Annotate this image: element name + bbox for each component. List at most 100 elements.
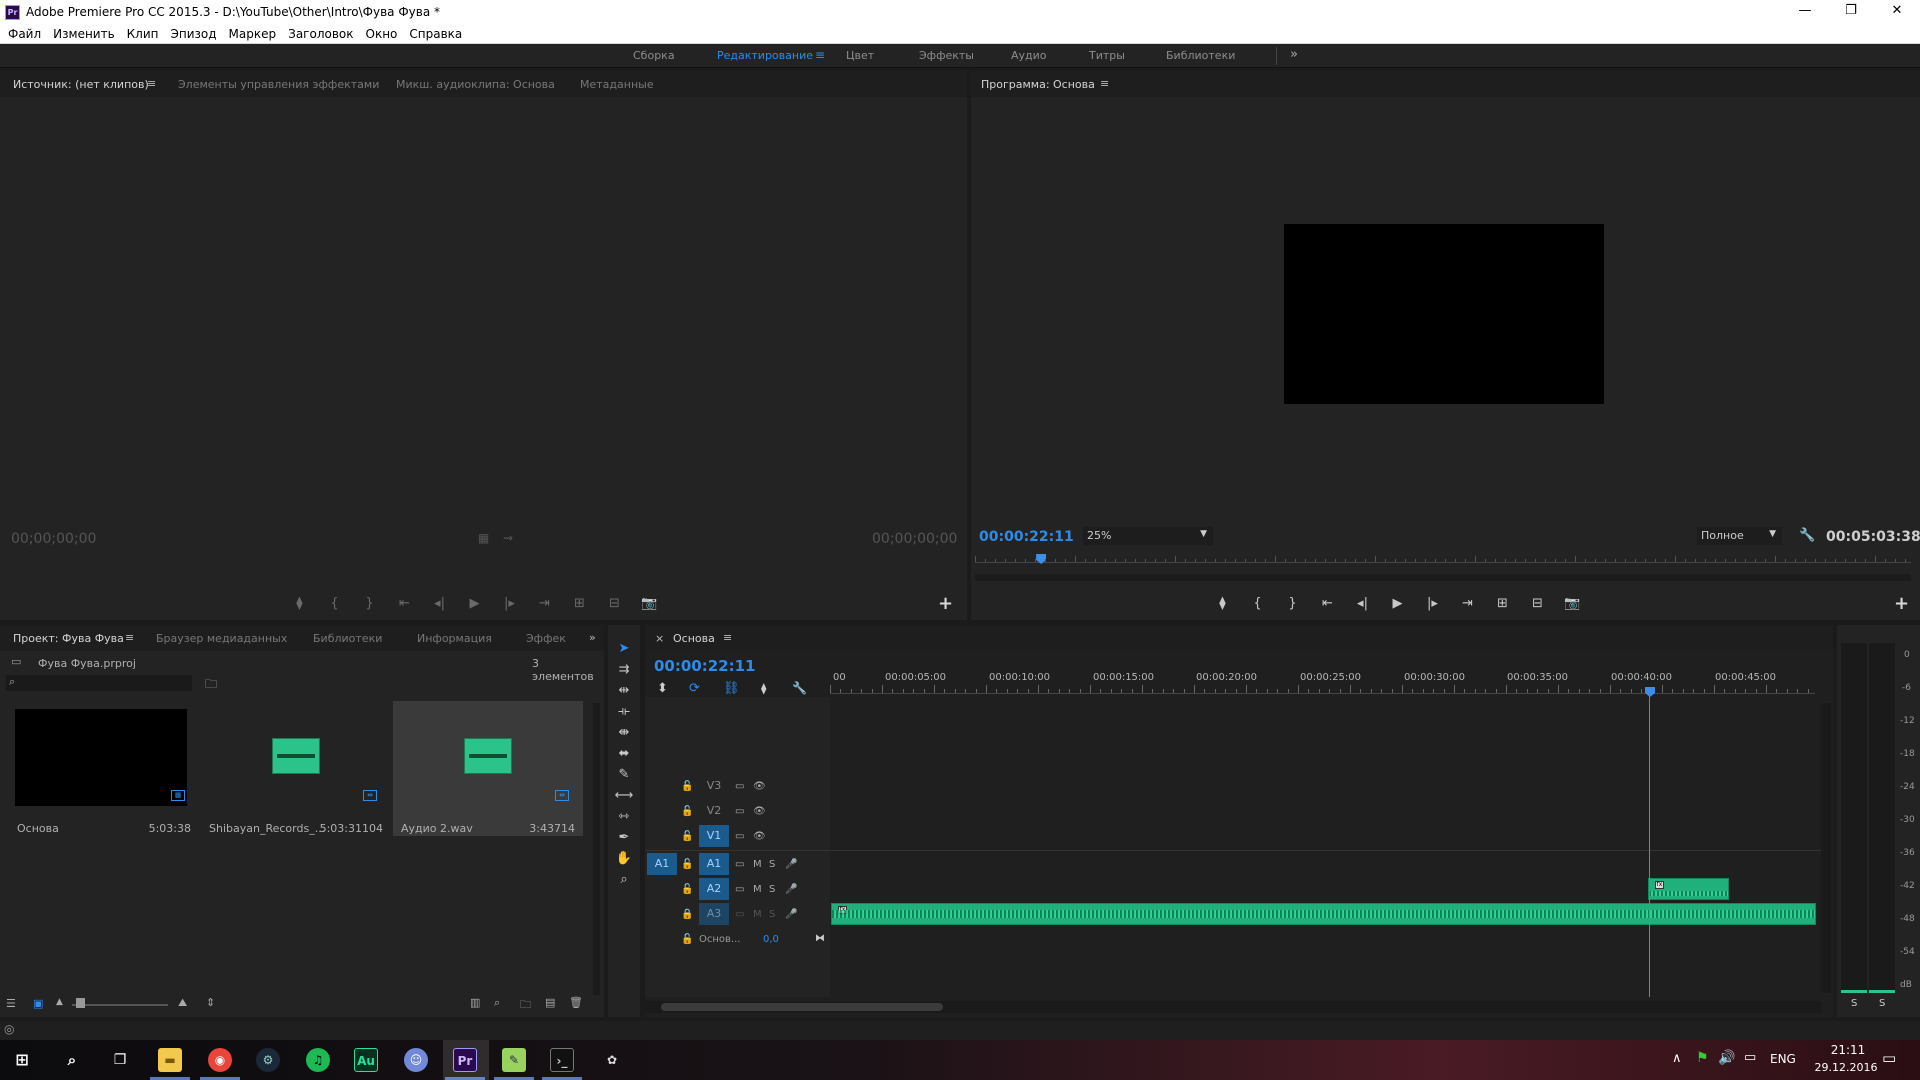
program-panel-menu-icon[interactable]: ≡ (1100, 77, 1109, 90)
program-mark-out-icon[interactable]: } (1275, 596, 1310, 611)
master-lock-icon[interactable]: 🔓 (681, 934, 693, 945)
zoom-tool-icon[interactable]: ⌕ (614, 872, 634, 887)
tray-overflow-icon[interactable]: ∧ (1672, 1051, 1682, 1066)
network-icon[interactable]: ▭ (1744, 1050, 1756, 1065)
spotify-icon[interactable]: ♫ (306, 1048, 330, 1072)
mark-out-icon[interactable]: } (352, 596, 387, 611)
track-a1-label[interactable]: A1 (699, 853, 729, 875)
a1-mute-button[interactable]: M (753, 859, 762, 870)
program-add-marker-icon[interactable]: ⧫ (1205, 596, 1240, 611)
tab-metadata[interactable]: Метаданные (580, 78, 654, 91)
pen-tool-icon[interactable]: ✒ (614, 830, 634, 845)
v3-eye-icon[interactable]: 👁 (753, 781, 766, 792)
menu-title[interactable]: Заголовок (288, 27, 353, 41)
a2-mute-button[interactable]: M (753, 884, 762, 895)
program-play-icon[interactable]: ▶ (1380, 596, 1415, 611)
program-step-back-icon[interactable]: ◂| (1345, 596, 1380, 611)
workspace-overflow-icon[interactable]: » (1290, 47, 1298, 62)
timeline-vertical-scrollbar[interactable] (1821, 703, 1831, 993)
program-video-frame[interactable] (1284, 224, 1604, 404)
project-panel-menu-icon[interactable]: ≡ (125, 631, 134, 644)
terminal-icon[interactable]: ›_ (550, 1048, 574, 1072)
notepadpp-icon[interactable]: ✎ (502, 1048, 526, 1072)
program-zoom-scrollbar[interactable] (975, 574, 1911, 581)
razor-position-tool-icon[interactable]: ⬌ (614, 746, 634, 761)
tab-libraries[interactable]: Библиотеки (313, 632, 382, 645)
a1-sync-lock-icon[interactable]: ▭ (735, 859, 744, 870)
automate-to-sequence-icon[interactable]: ▥ (470, 996, 480, 1009)
thumbnail-size-slider[interactable] (72, 1004, 168, 1006)
v3-lock-icon[interactable]: 🔓 (681, 781, 693, 792)
settings-wrench-icon[interactable]: 🔧 (1799, 528, 1815, 543)
snap-icon[interactable]: ⟳ (689, 681, 700, 696)
find-icon[interactable]: ⌕ (494, 996, 500, 1010)
input-language[interactable]: ENG (1770, 1052, 1796, 1066)
track-select-tool-icon[interactable]: ⇉ (614, 662, 634, 677)
tab-effect-controls[interactable]: Элементы управления эффектами (178, 78, 379, 91)
tab-info[interactable]: Информация (417, 632, 492, 645)
minimize-button[interactable]: — (1782, 0, 1828, 24)
workspace-effects[interactable]: Эффекты (919, 49, 974, 62)
workspace-audio[interactable]: Аудио (1011, 49, 1047, 62)
meter-solo-right-button[interactable]: S (1879, 998, 1885, 1009)
program-mark-in-icon[interactable]: { (1240, 596, 1275, 611)
file-explorer-icon[interactable]: ▬ (158, 1048, 182, 1072)
timeline-current-timecode[interactable]: 00:00:22:11 (654, 657, 756, 675)
v1-sync-lock-icon[interactable]: ▭ (735, 831, 744, 842)
track-v3-label[interactable]: V3 (699, 775, 729, 797)
new-bin-icon[interactable]: 🗀 (520, 996, 531, 1015)
export-frame-icon[interactable]: 📷 (632, 596, 667, 611)
a3-sync-lock-icon[interactable]: ▭ (735, 909, 744, 920)
source-current-timecode[interactable]: 00;00;00;00 (11, 531, 96, 547)
tab-audio-clip-mixer[interactable]: Микш. аудиоклипа: Основа (396, 78, 555, 91)
step-back-icon[interactable]: ◂| (422, 596, 457, 611)
insert-sequence-nest-icon[interactable]: ⬍ (657, 681, 668, 696)
timeline-close-icon[interactable]: × (655, 632, 664, 645)
program-go-to-in-icon[interactable]: ⇤ (1310, 596, 1345, 611)
overwrite-icon[interactable]: ⊟ (597, 596, 632, 611)
a3-mute-button[interactable]: M (753, 909, 762, 920)
v1-eye-icon[interactable]: 👁 (753, 831, 766, 842)
paint-icon[interactable]: ✿ (600, 1048, 624, 1072)
timeline-horizontal-scrollbar[interactable] (645, 1001, 1821, 1013)
go-to-out-icon[interactable]: ⇥ (527, 596, 562, 611)
menu-clip[interactable]: Клип (127, 27, 159, 41)
tab-effects[interactable]: Эффек (526, 632, 566, 645)
menu-window[interactable]: Окно (366, 27, 398, 41)
project-search-input[interactable]: ⌕ (6, 675, 192, 691)
project-item-audio2[interactable]: ⇹ Аудио 2.wav 3:43714 (393, 701, 583, 836)
tab-program[interactable]: Программа: Основа (981, 78, 1095, 91)
workspace-color[interactable]: Цвет (846, 49, 874, 62)
a2-solo-button[interactable]: S (769, 884, 775, 895)
project-item-shibayan[interactable]: ⇹ Shibayan_Records_... 5:03:31104 (201, 701, 391, 836)
timeline-scroll-thumb[interactable] (661, 1003, 943, 1011)
project-item-osnova[interactable]: ▦ Основа 5:03:38 (9, 701, 199, 836)
steam-icon[interactable]: ⚙ (256, 1048, 280, 1072)
restore-button[interactable]: ❐ (1828, 0, 1874, 24)
menu-marker[interactable]: Маркер (229, 27, 277, 41)
rolling-edit-tool-icon[interactable]: ⟛ (614, 704, 634, 719)
project-scrollbar[interactable] (593, 703, 600, 995)
action-center-icon[interactable]: ▭ (1882, 1049, 1896, 1067)
project-overflow-icon[interactable]: » (589, 631, 596, 644)
program-button-editor-icon[interactable]: + (1894, 593, 1909, 614)
source-button-editor-icon[interactable]: + (938, 593, 953, 614)
go-to-in-icon[interactable]: ⇤ (387, 596, 422, 611)
a3-mic-icon[interactable]: 🎤 (785, 909, 797, 920)
search-icon[interactable]: ⌕ (60, 1048, 84, 1072)
chrome-icon[interactable]: ◉ (208, 1048, 232, 1072)
menu-help[interactable]: Справка (409, 27, 462, 41)
meter-solo-left-button[interactable]: S (1851, 998, 1857, 1009)
mark-in-icon[interactable]: { (317, 596, 352, 611)
task-view-icon[interactable]: ❐ (108, 1048, 132, 1072)
timeline-settings-wrench-icon[interactable]: 🔧 (792, 681, 807, 695)
audio-clip-a3[interactable]: fx (831, 903, 1816, 925)
program-export-frame-icon[interactable]: 📷 (1555, 596, 1590, 611)
clear-icon[interactable]: 🗑 (569, 996, 583, 1009)
discord-icon[interactable]: ☺ (404, 1048, 428, 1072)
clock-time[interactable]: 21:11 (1818, 1043, 1878, 1057)
track-a2-label[interactable]: A2 (699, 878, 729, 900)
sort-icon[interactable]: ⇕ (206, 996, 215, 1009)
slip-tool-icon[interactable]: ⟷ (614, 788, 634, 803)
a3-solo-button[interactable]: S (769, 909, 775, 920)
